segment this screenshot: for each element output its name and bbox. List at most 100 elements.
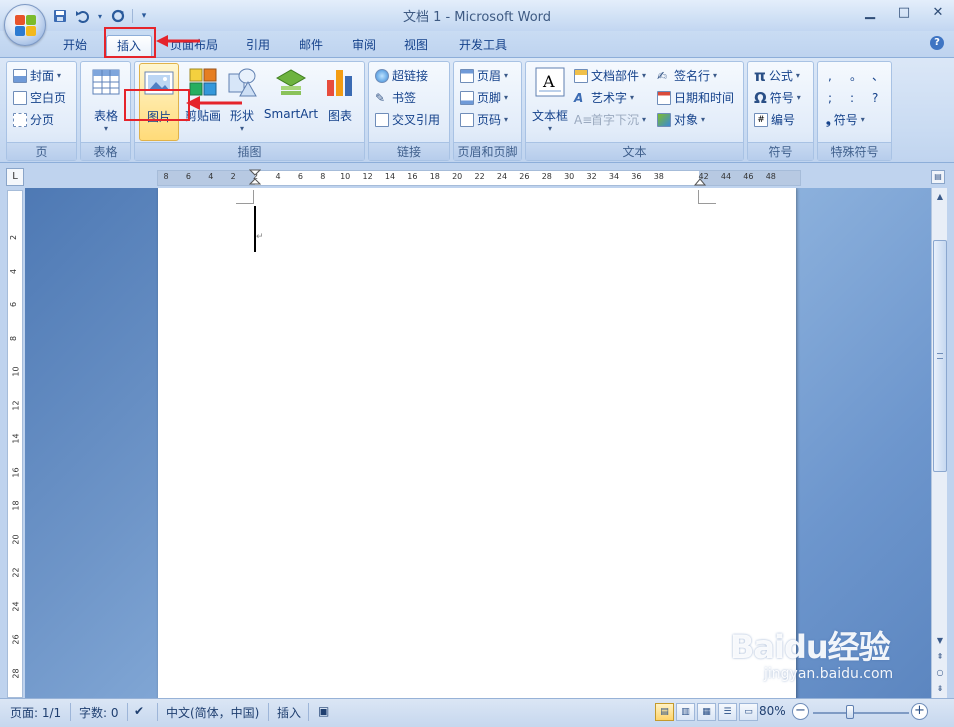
wordart-button[interactable]: A 艺术字 ▾ <box>574 88 634 108</box>
special-char-enum-comma[interactable]: 、 <box>872 66 884 86</box>
view-ruler-icon[interactable]: ▤ <box>931 170 945 184</box>
special-symbol-button[interactable]: ❟ 符号 ▾ <box>826 110 865 130</box>
cross-reference-button[interactable]: 交叉引用 <box>375 110 440 130</box>
select-browse-object-icon[interactable]: ○ <box>933 666 947 680</box>
full-screen-reading-view-icon[interactable]: ▥ <box>676 703 695 721</box>
special-symbol-label: 符号 <box>833 113 858 127</box>
ruler-tick-label: 24 <box>11 600 21 612</box>
tab-references[interactable]: 引用 <box>240 35 276 57</box>
scroll-down-icon[interactable]: ▼ <box>933 634 947 648</box>
crop-mark-left <box>236 190 254 204</box>
scrollbar-thumb[interactable] <box>933 240 947 472</box>
date-time-button[interactable]: 日期和时间 <box>657 88 734 108</box>
ruler-tick-label: 34 <box>608 172 620 181</box>
word-count[interactable]: 字数: 0 <box>79 704 119 721</box>
insert-mode-indicator[interactable]: 插入 <box>277 704 301 721</box>
special-char-comma[interactable]: , <box>828 66 832 86</box>
watermark-url-text: jingyan.baidu.com <box>764 666 894 682</box>
vertical-scrollbar[interactable]: ▲ ▼ ⇞ ○ ⇟ <box>931 188 947 698</box>
symbol-button[interactable]: Ω 符号 ▾ <box>754 88 801 108</box>
signature-line-button[interactable]: ✍ 签名行 ▾ <box>657 66 717 86</box>
tab-selector-button[interactable]: L <box>6 168 24 186</box>
print-layout-view-icon[interactable]: ▤ <box>655 703 674 721</box>
pi-icon: π <box>754 67 766 85</box>
ruler-tick-label: 20 <box>11 533 21 545</box>
status-divider <box>157 703 158 721</box>
outline-view-icon[interactable]: ☰ <box>718 703 737 721</box>
special-char-semicolon[interactable]: ; <box>828 88 832 108</box>
scroll-up-icon[interactable]: ▲ <box>933 190 947 204</box>
zoom-out-icon[interactable]: − <box>792 703 809 720</box>
bookmark-icon: ✎ <box>375 91 386 105</box>
number-icon: # <box>754 113 768 127</box>
textbox-button[interactable]: A 文本框 ▾ <box>528 66 572 133</box>
zoom-slider-thumb[interactable] <box>846 705 854 719</box>
bookmark-button[interactable]: ✎ 书签 <box>375 88 416 108</box>
proofing-icon[interactable]: ✔ <box>134 704 144 718</box>
indent-marker-icon[interactable] <box>249 169 261 187</box>
page-number-button[interactable]: 页码 ▾ <box>460 110 508 130</box>
dropdown-arrow-icon: ▾ <box>630 93 635 102</box>
draft-view-icon[interactable]: ▭ <box>739 703 758 721</box>
header-label: 页眉 <box>477 69 502 83</box>
vertical-ruler[interactable]: 2 4 6 8 10 12 14 16 18 20 22 24 26 28 <box>7 190 23 698</box>
language-indicator[interactable]: 中文(简体，中国) <box>166 704 259 721</box>
smartart-button[interactable]: SmartArt <box>263 66 319 121</box>
ruler-tick-label: 14 <box>384 172 396 181</box>
group-header-footer-label: 页眉和页脚 <box>454 142 521 160</box>
page-count[interactable]: 页面: 1/1 <box>10 704 61 721</box>
quick-parts-icon <box>574 69 588 83</box>
footer-button[interactable]: 页脚 ▾ <box>460 88 508 108</box>
ruler-tick-label: 6 <box>9 301 19 308</box>
number-button[interactable]: # 编号 <box>754 110 795 130</box>
special-char-colon[interactable]: : <box>850 88 854 108</box>
signature-line-icon: ✍ <box>657 69 668 83</box>
globe-icon <box>375 69 389 83</box>
zoom-slider[interactable] <box>813 712 909 714</box>
ruler-tick-label: 28 <box>11 667 21 679</box>
tab-home[interactable]: 开始 <box>56 35 94 57</box>
table-button[interactable]: 表格 ▾ <box>89 66 123 133</box>
tab-view[interactable]: 视图 <box>398 35 434 57</box>
close-button[interactable]: ✕ <box>928 4 948 22</box>
right-indent-marker-icon[interactable] <box>694 174 706 186</box>
object-label: 对象 <box>674 113 699 127</box>
clipart-icon <box>189 68 217 96</box>
document-page[interactable]: ↵ <box>158 188 796 698</box>
group-header-footer: 页眉 ▾ 页脚 ▾ 页码 ▾ 页眉和页脚 <box>453 61 522 161</box>
insert-tab-highlight <box>104 27 156 58</box>
previous-page-icon[interactable]: ⇞ <box>933 650 947 664</box>
special-char-period[interactable]: 。 <box>850 66 862 86</box>
cover-page-button[interactable]: 封面 ▾ <box>13 66 61 86</box>
header-button[interactable]: 页眉 ▾ <box>460 66 508 86</box>
tab-review[interactable]: 审阅 <box>346 35 382 57</box>
office-button[interactable] <box>4 4 46 46</box>
dropdown-arrow-icon: ▾ <box>860 115 865 124</box>
quick-parts-button[interactable]: 文档部件 ▾ <box>574 66 646 86</box>
office-logo-icon <box>15 15 36 36</box>
page-break-button[interactable]: 分页 <box>13 110 54 130</box>
zoom-level[interactable]: 80% <box>759 704 786 718</box>
equation-button[interactable]: π 公式 ▾ <box>754 66 800 86</box>
minimize-button[interactable]: ▁ <box>860 4 880 22</box>
help-icon[interactable]: ? <box>930 36 944 50</box>
macro-record-icon[interactable]: ▣ <box>318 704 329 718</box>
chart-button[interactable]: 图表 <box>321 66 359 124</box>
status-divider <box>268 703 269 721</box>
tab-mailings[interactable]: 邮件 <box>293 35 329 57</box>
special-char-question[interactable]: ? <box>872 88 878 108</box>
zoom-in-icon[interactable]: + <box>911 703 928 720</box>
page-number-icon <box>460 113 474 127</box>
dropcap-button[interactable]: A≡ 首字下沉 ▾ <box>574 110 646 130</box>
maximize-button[interactable]: □ <box>894 4 914 22</box>
next-page-icon[interactable]: ⇟ <box>933 682 947 696</box>
horizontal-ruler[interactable]: 8 6 4 2 2 4 6 8 10 12 14 16 18 20 22 24 26 28 30 32 34 36 38 42… <box>157 169 801 187</box>
web-layout-view-icon[interactable]: ▦ <box>697 703 716 721</box>
tab-developer[interactable]: 开发工具 <box>451 35 515 57</box>
hyperlink-button[interactable]: 超链接 <box>375 66 428 86</box>
dropdown-arrow-icon: ▾ <box>642 115 647 124</box>
group-tables-label: 表格 <box>81 142 130 160</box>
symbol-label: 符号 <box>769 91 794 105</box>
object-button[interactable]: 对象 ▾ <box>657 110 705 130</box>
blank-page-button[interactable]: 空白页 <box>13 88 66 108</box>
